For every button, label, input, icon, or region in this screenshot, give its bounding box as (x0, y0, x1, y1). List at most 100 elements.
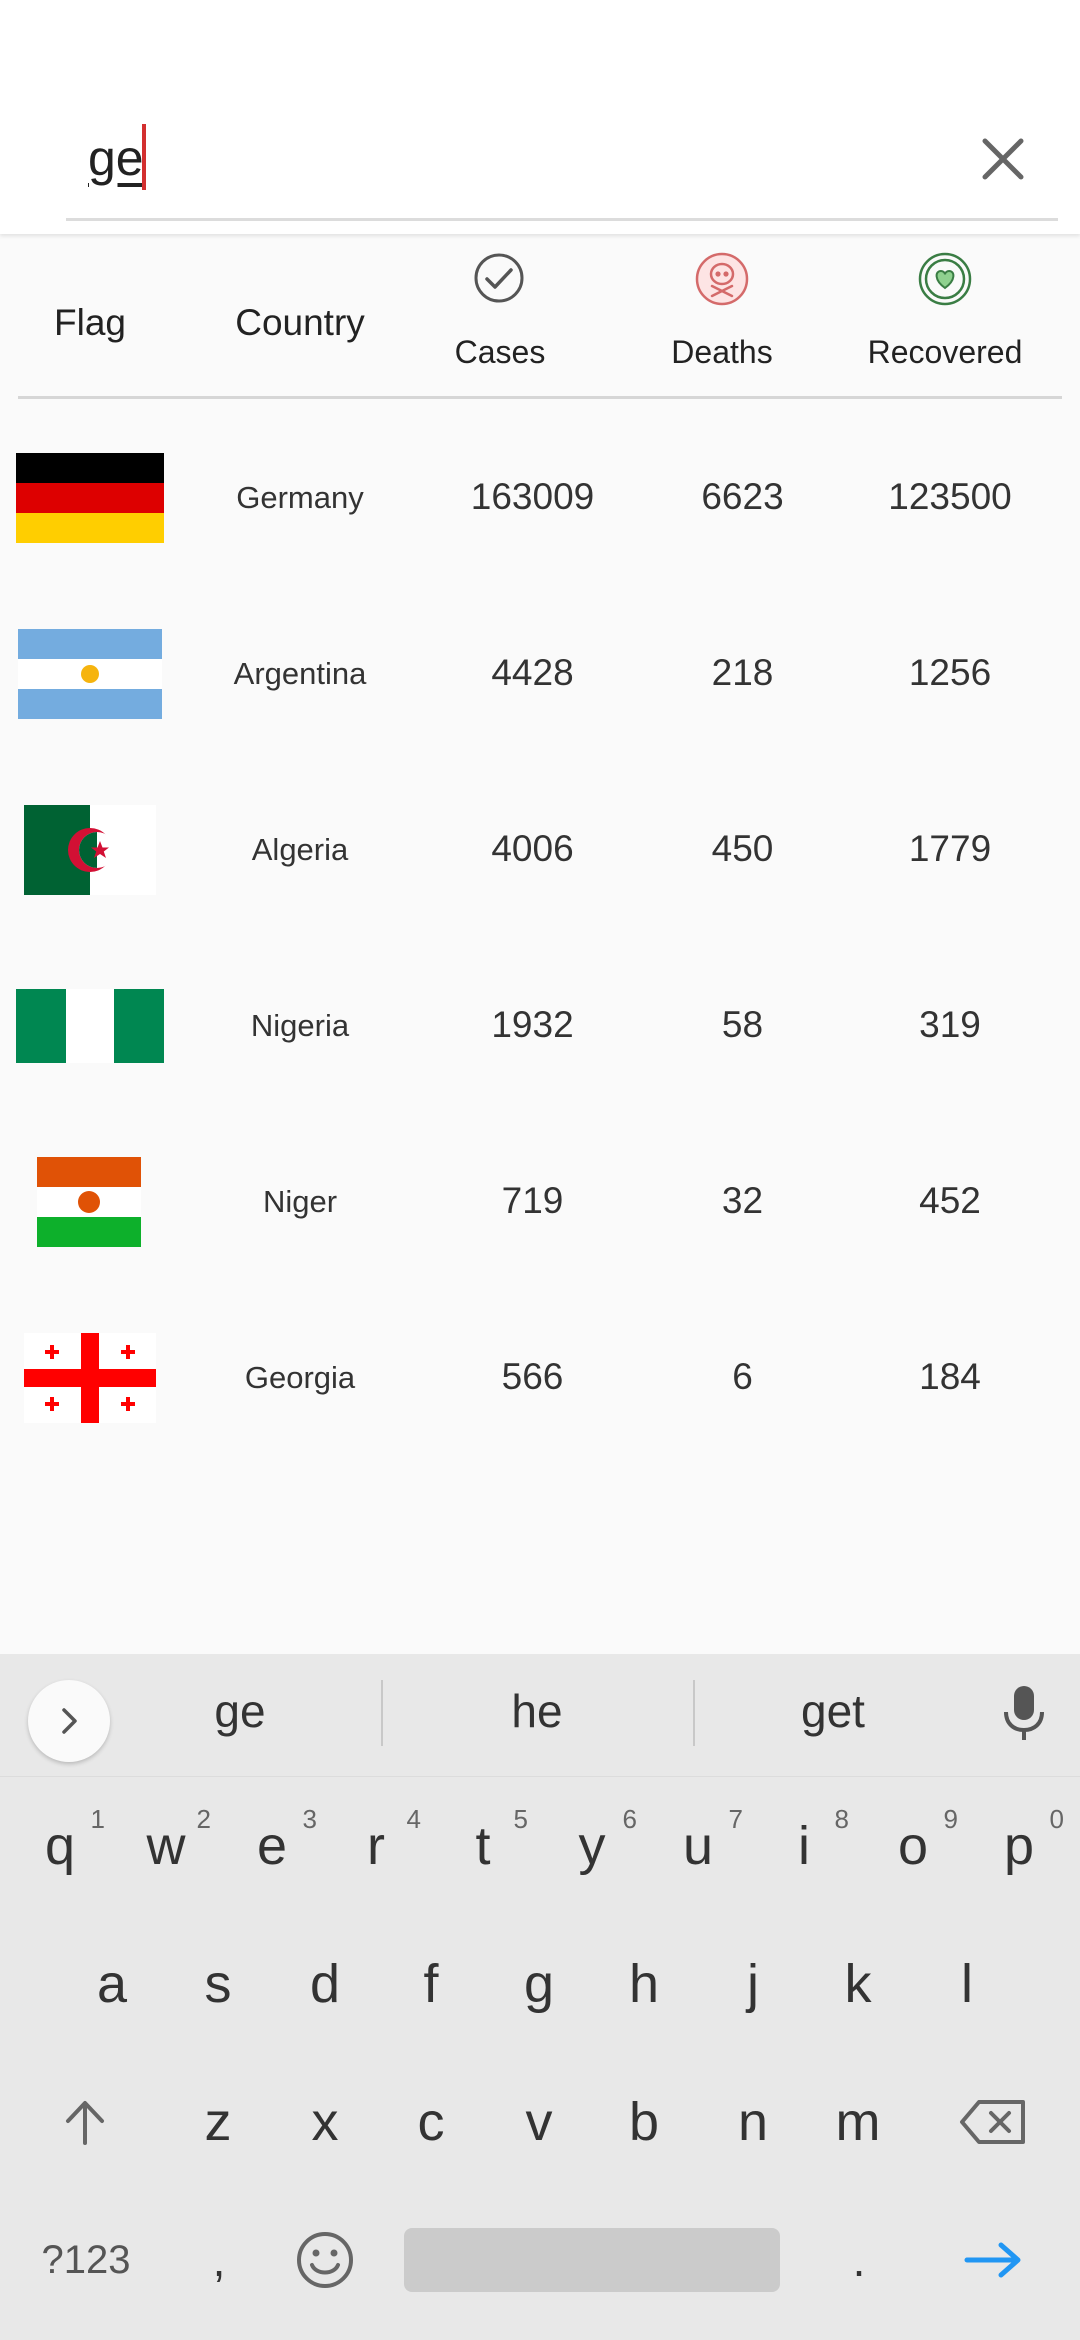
key-v[interactable]: v (496, 2066, 582, 2178)
recovered-value: 319 (919, 1004, 981, 1045)
recovered-value: 452 (919, 1180, 981, 1221)
arrow-right-icon (964, 2242, 1021, 2278)
shift-key[interactable] (42, 2066, 128, 2178)
recovered-value: 1256 (908, 652, 992, 693)
table-row[interactable]: Algeria 4006 450 1779 (0, 762, 1080, 938)
expand-suggestions-button[interactable] (28, 1680, 110, 1762)
key-s[interactable]: s (175, 1928, 261, 2040)
header-divider (18, 396, 1062, 399)
deaths-value: 6623 (701, 476, 784, 517)
flag-header[interactable]: Flag (18, 302, 162, 344)
key-o[interactable]: o9 (870, 1790, 958, 1902)
space-bar[interactable] (404, 2228, 780, 2292)
key-k[interactable]: k (815, 1928, 901, 2040)
key-label: k (844, 1954, 872, 2014)
table-row[interactable]: Nigeria 1932 58 319 (0, 938, 1080, 1114)
key-y[interactable]: y6 (549, 1790, 638, 1902)
key-i[interactable]: i8 (761, 1790, 849, 1902)
heart-shield-icon (918, 252, 972, 306)
key-hint: 7 (728, 1804, 743, 1834)
emoji-key[interactable] (282, 2204, 368, 2316)
key-t[interactable]: t5 (440, 1790, 528, 1902)
country-name: Nigeria (250, 1008, 350, 1043)
key-q[interactable]: q1 (17, 1790, 105, 1902)
comma-key[interactable]: , (176, 2204, 262, 2316)
key-hint: 5 (513, 1804, 528, 1834)
key-b[interactable]: b (601, 2066, 687, 2178)
search-bar (0, 0, 1080, 234)
table-row[interactable]: Georgia 566 6 184 (0, 1290, 1080, 1466)
enter-key[interactable] (950, 2204, 1036, 2316)
microphone-icon[interactable] (998, 1682, 1050, 1746)
key-z[interactable]: z (175, 2066, 261, 2178)
soft-keyboard: ge he get q1 w2 e3 r4 t5 y6 u7 i8 o9 p0 … (0, 1654, 1080, 2340)
key-label: y (578, 1816, 606, 1876)
key-r[interactable]: r4 (333, 1790, 421, 1902)
key-label: x (311, 2092, 339, 2152)
suggestion-divider (693, 1680, 695, 1746)
key-f[interactable]: f (388, 1928, 474, 2040)
key-w[interactable]: w2 (123, 1790, 212, 1902)
key-hint: 2 (196, 1804, 211, 1834)
key-hint: 1 (90, 1804, 105, 1834)
key-label: , (212, 2234, 226, 2286)
table-row[interactable]: Argentina 4428 218 1256 (0, 586, 1080, 762)
key-n[interactable]: n (710, 2066, 796, 2178)
key-a[interactable]: a (69, 1928, 155, 2040)
recovered-value: 184 (919, 1356, 981, 1397)
key-label: w (146, 1816, 186, 1876)
symbols-key[interactable]: ?123 (28, 2204, 144, 2316)
country-name: Argentina (233, 656, 367, 691)
key-label: g (523, 1954, 555, 2014)
key-h[interactable]: h (601, 1928, 687, 2040)
deaths-header[interactable]: Deaths (652, 334, 792, 371)
georgia-flag-icon (24, 1333, 156, 1423)
table-row[interactable]: Niger 719 32 452 (0, 1114, 1080, 1290)
clear-search-button[interactable] (968, 124, 1038, 194)
key-label: q (44, 1816, 76, 1876)
suggestion-bar: ge he get (0, 1654, 1080, 1777)
key-e[interactable]: e3 (229, 1790, 317, 1902)
key-g[interactable]: g (496, 1928, 582, 2040)
key-label: o (897, 1816, 929, 1876)
suggestion-item[interactable]: ge (140, 1684, 340, 1738)
cases-value: 4006 (491, 828, 574, 869)
cases-value: 1932 (491, 1004, 574, 1045)
key-u[interactable]: u7 (655, 1790, 743, 1902)
key-hint: 9 (943, 1804, 958, 1834)
key-p[interactable]: p0 (976, 1790, 1064, 1902)
key-l[interactable]: l (924, 1928, 1010, 2040)
key-d[interactable]: d (282, 1928, 368, 2040)
key-label: t (475, 1816, 491, 1876)
country-name: Algeria (251, 832, 349, 867)
key-label: i (798, 1816, 810, 1876)
period-key[interactable]: . (816, 2204, 902, 2316)
suggestion-item[interactable]: get (733, 1684, 933, 1738)
cases-value: 719 (501, 1180, 564, 1221)
key-hint: 4 (406, 1804, 421, 1834)
key-j[interactable]: j (710, 1928, 796, 2040)
key-m[interactable]: m (815, 2066, 901, 2178)
key-x[interactable]: x (282, 2066, 368, 2178)
search-input[interactable] (66, 118, 968, 198)
key-label: p (1003, 1816, 1035, 1876)
key-label: j (747, 1954, 759, 2014)
country-header[interactable]: Country (200, 302, 400, 344)
germany-flag-icon (16, 453, 164, 543)
key-label: d (309, 1954, 341, 2014)
key-label: e (256, 1816, 288, 1876)
key-hint: 0 (1049, 1804, 1064, 1834)
key-label: v (525, 2092, 553, 2152)
cases-header[interactable]: Cases (430, 334, 570, 371)
key-c[interactable]: c (388, 2066, 474, 2178)
deaths-value: 450 (711, 828, 774, 869)
key-label: s (204, 1954, 232, 2014)
backspace-key[interactable] (950, 2066, 1036, 2178)
key-label: ?123 (41, 2237, 131, 2282)
table-row[interactable]: Germany 163009 6623 123500 (0, 410, 1080, 586)
deaths-value: 58 (721, 1004, 764, 1045)
key-hint: 8 (834, 1804, 849, 1834)
suggestion-item[interactable]: he (437, 1684, 637, 1738)
recovered-header[interactable]: Recovered (860, 334, 1030, 371)
shift-arrow-icon (66, 2101, 104, 2145)
